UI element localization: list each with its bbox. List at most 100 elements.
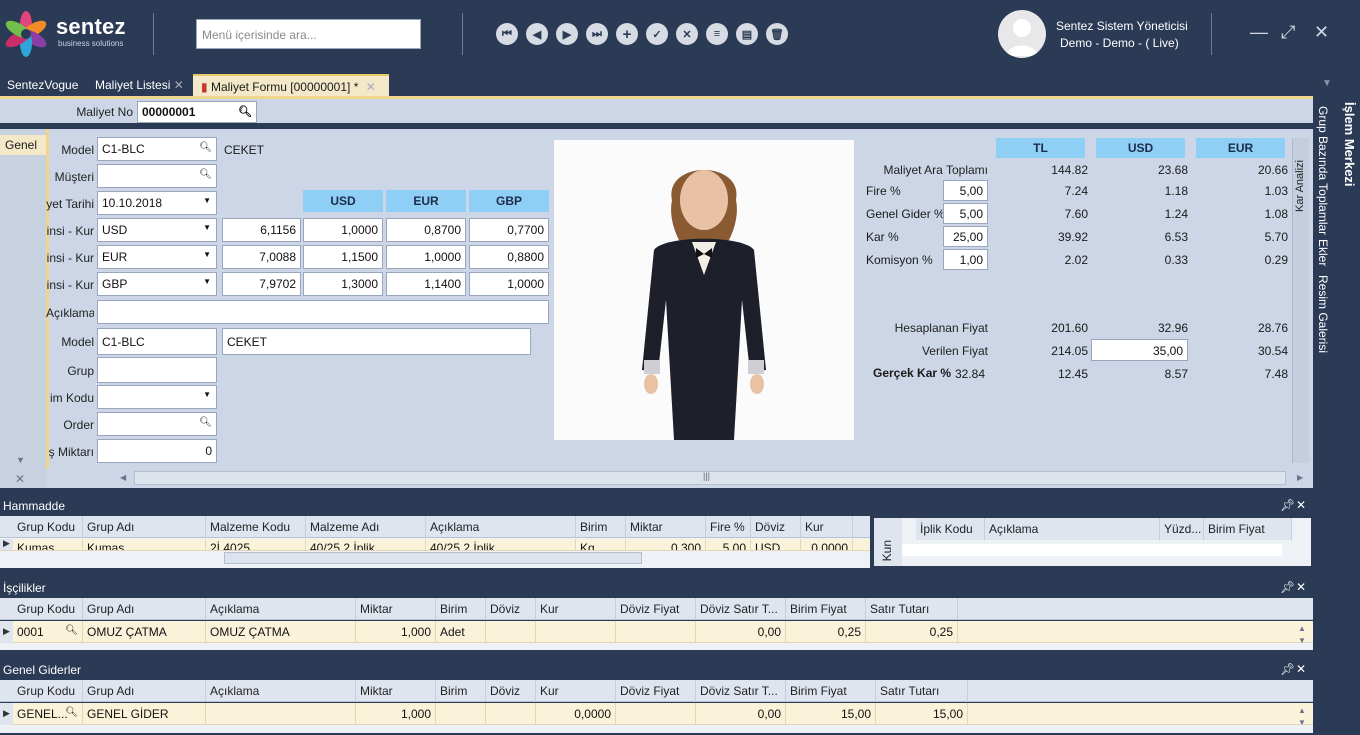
search-icon[interactable]: 🔍︎ [65,625,78,636]
table-cell[interactable]: USD [751,539,801,550]
verilen-usd-input[interactable]: 35,00 [1091,339,1188,361]
column-header[interactable]: Açıklama [985,518,1160,540]
pin-icon[interactable]: 📌︎ [1280,662,1295,676]
tab-sentezvogue[interactable]: SentezVogue [7,74,78,96]
column-header[interactable]: Açıklama [426,516,576,538]
expand-icon[interactable]: ▼ [16,455,25,465]
table-cell[interactable]: 0,0000 [801,539,853,550]
currency-select[interactable]: USD ▼ [97,218,217,242]
scroll-down-icon[interactable]: ▼ [1298,636,1306,645]
column-header[interactable]: Satır Tutarı [866,598,958,620]
tab-maliyet-listesi[interactable]: Maliyet Listesi ✕ [95,74,184,96]
column-header[interactable]: Açıklama [206,680,356,702]
table-cell[interactable] [486,621,536,643]
column-header[interactable]: Grup Kodu [13,680,83,702]
parity-gbp-field[interactable]: 0,7700 [469,218,549,242]
parity-eur-field[interactable]: 0,8700 [386,218,466,242]
table-cell[interactable]: Kumaş [13,539,83,550]
close-panel-icon[interactable]: ✕ [1296,662,1306,676]
column-header[interactable]: İplik Kodu [916,518,985,540]
tarih-field[interactable]: 10.10.2018 ▼ [97,191,217,215]
parity-gbp-field[interactable]: 0,8800 [469,245,549,269]
column-header[interactable]: Grup Kodu [13,516,83,538]
table-cell[interactable]: 5,00 [706,539,751,550]
column-header[interactable]: Döviz Fiyat [616,680,696,702]
parity-usd-field[interactable]: 1,0000 [303,218,383,242]
delete-icon[interactable]: 🗑 [766,23,788,45]
miktar-field[interactable]: 0 [97,439,217,463]
currency-select[interactable]: GBP ▼ [97,272,217,296]
table-row[interactable]: ▶ GENEL... 🔍︎ GENEL GİDER 1,000 0,0000 0,… [0,703,1313,725]
table-cell[interactable]: Kg [576,539,626,550]
table-cell[interactable]: OMUZ ÇATMA [206,621,356,643]
dropdown-icon[interactable]: ▼ [203,250,211,259]
table-cell[interactable]: 1,000 [356,703,436,725]
table-row[interactable]: ▶ 0001 🔍︎ OMUZ ÇATMA OMUZ ÇATMA 1,000 Ade… [0,621,1313,643]
table-cell[interactable]: Kumaş [83,539,206,550]
grup-field[interactable] [97,357,217,383]
product-image[interactable] [554,140,854,440]
search-icon[interactable]: 🔍︎ [199,417,212,428]
close-panel-icon[interactable]: ✕ [1296,498,1306,512]
search-icon[interactable]: 🔍︎ [238,105,252,118]
table-cell[interactable]: 2İ.4025 [206,539,306,550]
scroll-right-icon[interactable]: ▶ [1297,473,1303,482]
close-tab-icon[interactable]: ✕ [174,78,184,92]
table-cell[interactable]: 0,00 [696,621,786,643]
musteri-field[interactable]: 🔍︎ [97,164,217,188]
table-cell[interactable] [206,703,356,725]
table-cell[interactable]: 0,25 [786,621,866,643]
column-header[interactable]: Döviz [486,680,536,702]
column-header[interactable]: Birim Fiyat [786,598,866,620]
last-record-icon[interactable]: ⏭ [586,23,608,45]
column-header[interactable]: Kur [801,516,853,538]
tab-maliyet-formu[interactable]: ▮ Maliyet Formu [00000001] * ✕ [193,74,389,96]
pin-icon[interactable]: 📌︎ [1280,498,1295,512]
kur-rate-field[interactable]: 7,0088 [222,245,301,269]
table-cell[interactable]: 15,00 [876,703,968,725]
column-header[interactable]: Birim [436,598,486,620]
fire-input[interactable]: 5,00 [943,180,988,201]
kar-input[interactable]: 25,00 [943,226,988,247]
close-tab-icon[interactable]: ✕ [366,80,376,94]
column-header[interactable]: Döviz Fiyat [616,598,696,620]
dropdown-icon[interactable]: ▼ [203,223,211,232]
menu-search-input[interactable]: Menü içerisinde ara... [196,19,421,49]
cancel-icon[interactable]: ✕ [676,23,698,45]
aciklama-field[interactable] [97,300,549,324]
parity-eur-field[interactable]: 1,1400 [386,272,466,296]
scroll-grip-icon[interactable]: ||| [703,471,710,481]
avatar[interactable] [998,10,1046,58]
column-header[interactable]: Birim Fiyat [1204,518,1292,540]
scroll-up-icon[interactable]: ▲ [1298,706,1306,715]
add-icon[interactable]: + [616,23,638,45]
dropdown-icon[interactable]: ▼ [203,390,211,399]
tab-genel[interactable]: Genel [0,135,46,155]
column-header[interactable]: Satır Tutarı [876,680,968,702]
model2-description-field[interactable]: CEKET [222,328,531,355]
column-header[interactable]: Döviz [486,598,536,620]
next-record-icon[interactable]: ▶ [556,23,578,45]
komisyon-input[interactable]: 1,00 [943,249,988,270]
close-window-icon[interactable]: ✕ [1314,22,1329,43]
list-icon[interactable]: ≡ [706,23,728,45]
search-icon[interactable]: 🔍︎ [199,169,212,180]
table-cell[interactable]: 40/25 2 İplik [426,539,576,550]
table-cell[interactable]: GENEL GİDER [83,703,206,725]
table-cell[interactable]: 0,0000 [536,703,616,725]
order-field[interactable]: 🔍︎ [97,412,217,436]
column-header[interactable]: Grup Adı [83,598,206,620]
kur-rate-field[interactable]: 7,9702 [222,272,301,296]
table-cell[interactable] [536,621,616,643]
first-record-icon[interactable]: ⏮ [496,23,518,45]
dropdown-icon[interactable]: ▼ [203,277,211,286]
minimize-icon[interactable]: — [1250,22,1268,43]
maximize-icon[interactable]: ⤢ [1281,22,1295,43]
kar-analizi-panel[interactable]: Kar Analizi [1292,138,1309,463]
column-header[interactable]: Malzeme Adı [306,516,426,538]
horizontal-scrollbar[interactable] [224,552,642,564]
resim-galerisi-tab[interactable]: Resim Galerisi [1316,275,1330,353]
save-check-icon[interactable]: ✓ [646,23,668,45]
genel-gider-input[interactable]: 5,00 [943,203,988,224]
column-header[interactable]: Fire % [706,516,751,538]
